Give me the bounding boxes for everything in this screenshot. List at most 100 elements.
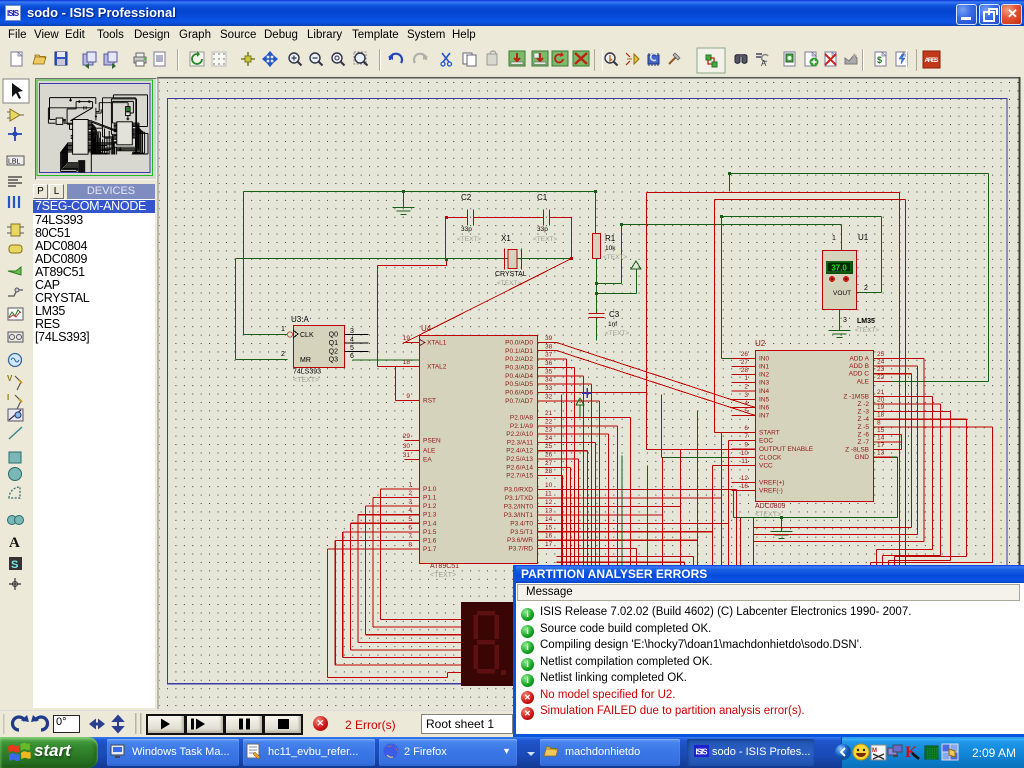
svg-text:P1.0: P1.0 xyxy=(423,486,437,493)
svg-text:IN7: IN7 xyxy=(759,413,770,420)
svg-text:P2.7/A15: P2.7/A15 xyxy=(506,473,533,480)
svg-text:XTAL2: XTAL2 xyxy=(427,364,447,371)
svg-text:<TEXT>: <TEXT> xyxy=(430,572,456,579)
svg-text:IN4: IN4 xyxy=(759,388,770,395)
svg-text:19: 19 xyxy=(877,404,885,411)
svg-text:P0.5/AD5: P0.5/AD5 xyxy=(505,381,533,388)
svg-text:27: 27 xyxy=(545,460,553,467)
svg-text:P3.4/T0: P3.4/T0 xyxy=(510,520,533,527)
svg-text:36: 36 xyxy=(545,360,553,367)
svg-text:5: 5 xyxy=(408,516,412,523)
svg-text:P0.3/AD3: P0.3/AD3 xyxy=(505,365,533,372)
svg-text:IN6: IN6 xyxy=(759,405,770,412)
svg-text:A: A xyxy=(9,535,20,551)
svg-text:P3.6/WR: P3.6/WR xyxy=(507,537,533,544)
svg-text:P3.7/RD: P3.7/RD xyxy=(508,546,533,553)
svg-text:<TEXT>: <TEXT> xyxy=(755,512,781,519)
svg-text:VREF(-): VREF(-) xyxy=(759,488,783,495)
svg-text:2: 2 xyxy=(744,384,748,391)
svg-text:38: 38 xyxy=(545,343,553,350)
svg-text:11: 11 xyxy=(545,490,552,497)
svg-text:IN5: IN5 xyxy=(759,397,770,404)
svg-text:P1.7: P1.7 xyxy=(423,546,437,553)
svg-text:P1.2: P1.2 xyxy=(423,503,437,510)
svg-text:26: 26 xyxy=(741,351,749,358)
svg-text:ISIS: ISIS xyxy=(696,748,709,757)
svg-text:3: 3 xyxy=(744,392,748,399)
svg-text:C3: C3 xyxy=(609,310,620,319)
svg-text:$: $ xyxy=(877,55,882,65)
svg-text:35: 35 xyxy=(545,368,553,375)
svg-text:23: 23 xyxy=(545,427,553,434)
svg-text:21: 21 xyxy=(545,410,553,417)
svg-text:4: 4 xyxy=(350,336,354,343)
svg-text:U1: U1 xyxy=(858,233,869,242)
svg-text:12: 12 xyxy=(741,475,749,482)
svg-text:30: 30 xyxy=(403,443,411,450)
svg-text:<TEXT>: <TEXT> xyxy=(533,236,557,243)
svg-text:ADD B: ADD B xyxy=(849,363,869,370)
svg-text:3: 3 xyxy=(408,499,412,506)
svg-text:17: 17 xyxy=(545,541,553,548)
svg-text:32: 32 xyxy=(545,393,553,400)
svg-text:ALE: ALE xyxy=(423,448,436,455)
svg-text:Q2: Q2 xyxy=(329,348,338,355)
svg-text:P0.0/AD0: P0.0/AD0 xyxy=(505,340,533,347)
svg-text:X1: X1 xyxy=(501,234,511,243)
svg-text:<TEXT>: <TEXT> xyxy=(855,327,879,334)
svg-text:2: 2 xyxy=(408,490,412,497)
svg-text:13: 13 xyxy=(877,450,885,457)
svg-text:1: 1 xyxy=(744,375,748,382)
svg-text:24: 24 xyxy=(545,435,553,442)
svg-text:MR: MR xyxy=(300,357,311,364)
svg-text:P3.5/T1: P3.5/T1 xyxy=(510,529,533,536)
svg-text:P3.0/RXD: P3.0/RXD xyxy=(504,487,533,494)
svg-text:VOUT: VOUT xyxy=(833,290,851,297)
svg-text:<TEXT>: <TEXT> xyxy=(293,377,319,384)
svg-text:V: V xyxy=(7,374,13,383)
svg-text:22: 22 xyxy=(877,374,885,381)
svg-text:IN2: IN2 xyxy=(759,372,770,379)
svg-text:P1.6: P1.6 xyxy=(423,537,437,544)
svg-text:M: M xyxy=(872,748,877,754)
svg-text:Z -4: Z -4 xyxy=(857,416,869,423)
svg-text:Q0: Q0 xyxy=(329,332,338,339)
svg-text:P1.4: P1.4 xyxy=(423,520,437,527)
svg-text:C1: C1 xyxy=(537,193,548,202)
svg-text:74LS393: 74LS393 xyxy=(293,369,321,376)
svg-text:5: 5 xyxy=(744,408,748,415)
svg-text:EA: EA xyxy=(423,457,432,464)
svg-text:P3.1/TXD: P3.1/TXD xyxy=(505,495,533,502)
svg-text:33p: 33p xyxy=(461,226,472,233)
svg-text:1: 1 xyxy=(281,326,285,333)
svg-text:31: 31 xyxy=(403,452,411,459)
svg-text:6: 6 xyxy=(408,524,412,531)
svg-text:33: 33 xyxy=(545,385,553,392)
svg-text:7: 7 xyxy=(744,433,748,440)
svg-text:25: 25 xyxy=(545,443,553,450)
svg-text:3: 3 xyxy=(350,328,354,335)
svg-text:CLOCK: CLOCK xyxy=(759,455,782,462)
svg-text:Z -7: Z -7 xyxy=(857,439,869,446)
svg-text:14: 14 xyxy=(545,516,553,523)
svg-text:6: 6 xyxy=(744,425,748,432)
svg-text:15: 15 xyxy=(877,427,885,434)
svg-text:20: 20 xyxy=(877,397,885,404)
svg-text:2: 2 xyxy=(864,285,868,292)
svg-text:CRYSTAL: CRYSTAL xyxy=(495,271,527,278)
svg-text:<TEXT>: <TEXT> xyxy=(605,330,629,337)
svg-text:P0.7/AD7: P0.7/AD7 xyxy=(505,398,533,405)
svg-text:IN3: IN3 xyxy=(759,380,770,387)
svg-text:R1: R1 xyxy=(605,234,616,243)
svg-text:4: 4 xyxy=(408,507,412,514)
svg-text:K: K xyxy=(905,744,918,761)
svg-text:37: 37 xyxy=(545,352,553,359)
svg-text:XTAL1: XTAL1 xyxy=(427,340,447,347)
svg-text:23: 23 xyxy=(877,366,885,373)
svg-text:I: I xyxy=(7,393,9,402)
svg-text:Z -1MSB: Z -1MSB xyxy=(843,393,869,400)
svg-text:VCC: VCC xyxy=(759,463,773,470)
svg-text:8: 8 xyxy=(877,419,881,426)
svg-text:P0.4/AD4: P0.4/AD4 xyxy=(505,373,533,380)
svg-text:<TEXT>: <TEXT> xyxy=(603,254,627,261)
